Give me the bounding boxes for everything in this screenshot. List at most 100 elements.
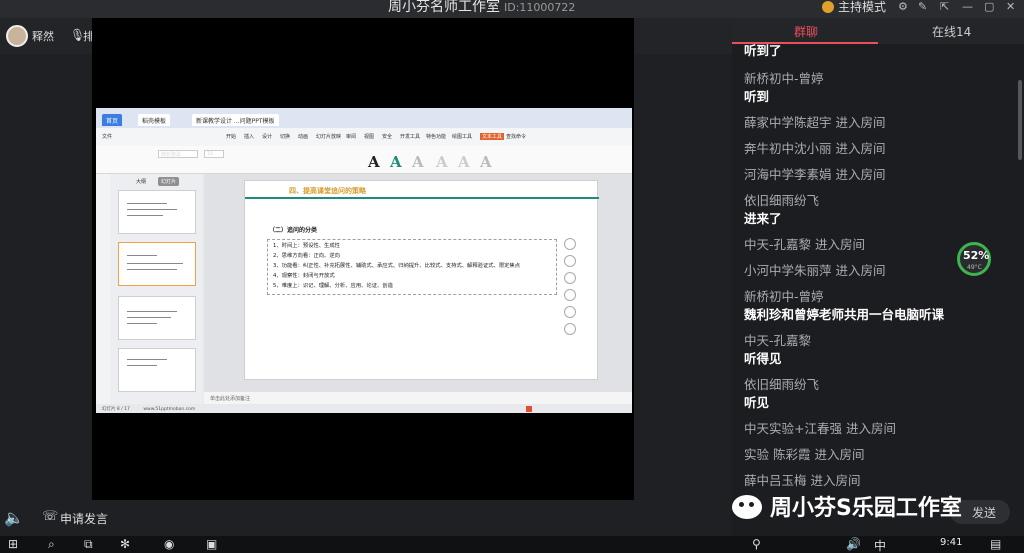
slide-row: 1、时间上：预设性、生成性: [273, 243, 340, 249]
minimize-button[interactable]: —: [962, 0, 973, 13]
chat-join-notice: 实验 陈彩霞 进入房间: [744, 447, 865, 462]
shared-screen: 首页 稻壳模板 新课教学设计 ...问题PPT模板 文件 开始 插入 设计 切换…: [96, 108, 632, 413]
taskbar: ⊞ ⌕ ⧉ ✻ ◉ ▣ ⚲ 🔊 中 9:41 ▤: [0, 536, 1024, 553]
watermark: 周小芬S乐园工作室: [732, 490, 962, 522]
window-title-text: 周小芬名师工作室: [388, 0, 500, 15]
ppt-tab-document: 新课教学设计 ...问题PPT模板: [192, 114, 279, 126]
slide-row: 3、功能看：纠正性、补充拓展性、辅助式、承应式、归纳提升、比较式、支持式、解释验…: [273, 263, 521, 269]
ppt-font-name: 微软雅黑: [158, 150, 198, 158]
ppt-tab-home: 首页: [102, 114, 123, 126]
chat-scrollbar[interactable]: [1018, 80, 1022, 160]
ppt-ribbon: 微软雅黑 16 A A A A A A: [96, 146, 632, 174]
ppt-menu-item: 动画: [298, 134, 309, 140]
ppt-menu-item: 插入: [244, 134, 255, 140]
slide-thumbnail: [118, 190, 196, 234]
edit-icon[interactable]: ✎: [918, 0, 927, 13]
host-mode[interactable]: 主持模式: [822, 0, 886, 15]
cpu-percent: 52%: [963, 249, 990, 262]
chat-join-notice: 中天-孔嘉黎 进入房间: [744, 237, 865, 252]
phone-icon[interactable]: ☏: [42, 509, 58, 524]
tab-group-chat[interactable]: 群聊: [794, 23, 818, 40]
chat-join-notice: 薛中吕玉梅 进入房间: [744, 473, 861, 488]
slide-thumbnail: [118, 348, 196, 392]
chat-join-notice: 河海中学李素娟 进入房间: [744, 167, 886, 182]
ppt-menu-item: 审阅: [346, 134, 357, 140]
ppt-outline-label: 大纲: [136, 179, 147, 185]
ppt-menu-item: 幻灯片放映: [316, 134, 342, 140]
user-name: 释然: [32, 30, 54, 43]
ppt-play-icon: [526, 406, 532, 412]
chat-sender-name: 中天-孔嘉黎: [744, 333, 812, 348]
request-speak-button[interactable]: 申请发言: [60, 510, 108, 527]
chat-message-text: 听得见: [744, 351, 782, 366]
ppt-outline-strip: [96, 174, 110, 404]
settings-icon[interactable]: ⚙: [898, 0, 908, 13]
host-mode-label: 主持模式: [838, 0, 887, 14]
chat-message-text: 听到: [744, 89, 770, 104]
ppt-style-a: A: [480, 153, 492, 171]
slide: 四、提高课堂追问的策略 （二）追问的分类 1、时间上：预设性、生成性 2、思维方…: [244, 180, 599, 380]
chat-sender-name: 新桥初中-曾婷: [744, 71, 824, 86]
ppt-menu-item: 开始: [226, 134, 237, 140]
ime-indicator[interactable]: 中: [874, 537, 886, 553]
ppt-font-size: 16: [204, 150, 224, 158]
chat-sender-name: 依旧细雨纷飞: [744, 193, 820, 208]
ppt-menu-item: 安全: [382, 134, 393, 140]
chat-sender-name: 新桥初中-曾婷: [744, 289, 824, 304]
search-icon[interactable]: ⌕: [48, 537, 55, 552]
ppt-slide-counter: 幻灯片 8 / 17: [102, 407, 130, 412]
slide-row: 2、思维方向看：正向、逆向: [273, 253, 340, 259]
close-button[interactable]: ✕: [1006, 0, 1015, 13]
notification-icon[interactable]: ▤: [990, 537, 1001, 551]
slide-row: 5、难度上：识记、理解、分析、应用、论证、创造: [273, 283, 393, 289]
ppt-menu-item: 文件: [102, 134, 113, 140]
wechat-icon: [732, 495, 762, 519]
chat-join-notice: 中天实验+江春强 进入房间: [744, 421, 896, 436]
ppt-style-a: A: [368, 153, 380, 171]
chat-panel: 群聊 在线14 听到了新桥初中-曾婷 听到薛家中学陈超宇 进入房间 奔牛初中沈小丽 …: [732, 18, 1024, 536]
ppt-menu-item: 文本工具: [480, 133, 505, 140]
ppt-status-bar: 幻灯片 8 / 17 www.51pptmoban.com: [96, 404, 632, 413]
slide-subheading: （二）追问的分类: [269, 227, 318, 234]
app-window-icon[interactable]: ▣: [206, 537, 217, 551]
ppt-menu-item: 开发工具: [400, 134, 421, 140]
ppt-tab-bar: 首页 稻壳模板 新课教学设计 ...问题PPT模板: [96, 108, 632, 128]
chat-join-notice: 奔牛初中沈小丽 进入房间: [744, 141, 886, 156]
app-icon[interactable]: ◉: [164, 537, 174, 551]
watermark-text: 周小芬S乐园工作室: [770, 496, 962, 521]
maximize-button[interactable]: ▢: [984, 0, 994, 13]
people-icon[interactable]: ⚲: [752, 537, 761, 551]
ppt-tab-template: 稻壳模板: [138, 114, 171, 126]
avatar[interactable]: [6, 25, 28, 47]
chat-message-text: 进来了: [744, 211, 782, 226]
host-mode-icon: [822, 1, 834, 13]
fan-app-icon[interactable]: ✻: [120, 537, 130, 551]
window-title: 周小芬名师工作室 ID:11000722: [388, 0, 575, 16]
ppt-style-a: A: [412, 153, 424, 171]
slide-row: 4、观察性：封闭与开放式: [273, 273, 335, 279]
ppt-menu-item: 查找命令: [506, 134, 527, 140]
ppt-float-tools: [564, 238, 578, 348]
ppt-notes: 单击此处添加备注: [204, 392, 632, 404]
slide-thumbnail-selected: [118, 242, 196, 286]
ppt-menu-item: 绘图工具: [452, 134, 473, 140]
ppt-style-a: A: [458, 153, 470, 171]
room-id: ID:11000722: [504, 1, 576, 14]
task-view-icon[interactable]: ⧉: [84, 537, 93, 552]
volume-icon[interactable]: 🔊: [846, 537, 861, 551]
ppt-menu-item: 视图: [364, 134, 375, 140]
title-bar: 周小芬名师工作室 ID:11000722 主持模式 ⚙ ✎ ⇱ — ▢ ✕: [0, 0, 1024, 18]
chat-message-text: 听到了: [744, 43, 782, 58]
speaker-icon[interactable]: 🔈: [4, 508, 24, 527]
ppt-style-a: A: [390, 153, 402, 171]
chat-join-notice: 小河中学朱丽萍 进入房间: [744, 263, 886, 278]
chat-join-notice: 薛家中学陈超宇 进入房间: [744, 115, 886, 130]
chat-message-text: 听见: [744, 395, 770, 410]
clock: 9:41: [940, 537, 963, 548]
share-icon[interactable]: ⇱: [940, 0, 949, 13]
slide-heading: 四、提高课堂追问的策略: [289, 187, 366, 195]
ppt-status-site: www.51pptmoban.com: [143, 407, 196, 412]
tab-online[interactable]: 在线14: [932, 23, 971, 40]
start-icon[interactable]: ⊞: [8, 537, 18, 551]
ppt-menu-item: 特色功能: [426, 134, 447, 140]
